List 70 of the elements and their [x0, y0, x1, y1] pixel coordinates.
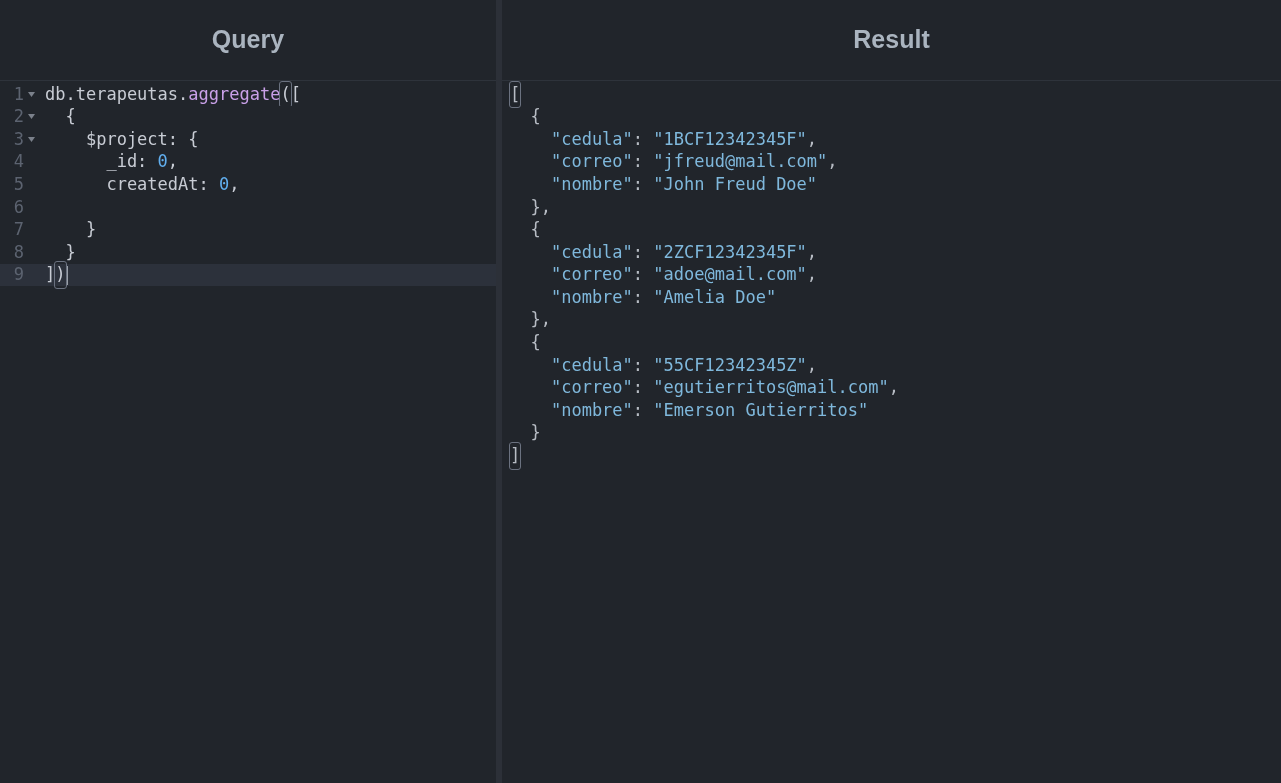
code-token: , — [888, 376, 899, 400]
code-token: }, — [529, 195, 551, 219]
line-number: 3 — [12, 127, 24, 151]
code-token: "cedula" — [549, 353, 633, 377]
matched-bracket: ( — [280, 81, 291, 108]
matched-bracket: ) — [55, 262, 66, 288]
code-token: : — [632, 150, 645, 174]
line-number: 8 — [12, 240, 24, 264]
pane-title: Result — [853, 24, 930, 56]
code-token: "nombre" — [549, 398, 633, 422]
code-token: "correo" — [549, 150, 633, 174]
pane-title: Query — [211, 24, 285, 56]
code-token: , — [806, 353, 818, 377]
code-token: { — [64, 105, 76, 129]
code-token: "egutierritos@mail.com" — [653, 376, 889, 400]
code-token: , — [806, 127, 818, 151]
code-token: $project: { — [84, 127, 199, 151]
line-number: 5 — [12, 172, 24, 196]
code-token: "Emerson Gutierritos" — [653, 398, 869, 422]
code-token: "correo" — [549, 376, 633, 400]
code-token: 0 — [219, 172, 230, 196]
code-token: "nombre" — [549, 172, 633, 196]
matched-bracket: [ — [510, 81, 521, 108]
line-number: 2 — [12, 105, 24, 129]
line-number: 1 — [12, 82, 24, 106]
code-token: }, — [529, 308, 551, 332]
code-token: "nombre" — [549, 285, 633, 309]
code-token: "cedula" — [549, 127, 633, 151]
code-token: ] — [45, 263, 56, 287]
code-token: createdAt: — [105, 172, 210, 196]
code-token: { — [529, 105, 541, 129]
code-token: { — [529, 331, 541, 355]
code-token: "adoe@mail.com" — [653, 263, 807, 287]
line-number: 6 — [12, 195, 24, 219]
code-token: , — [806, 240, 818, 264]
code-token: "2ZCF12342345F" — [653, 240, 807, 264]
code-token: : — [632, 263, 645, 287]
fold-caret-icon[interactable] — [28, 91, 35, 97]
code-token: : — [632, 398, 645, 422]
code-token: "correo" — [549, 263, 633, 287]
code-token: aggregate — [188, 82, 281, 106]
code-token: db.terapeutas. — [45, 82, 189, 106]
code-token: : — [632, 127, 645, 151]
code-token: _id: — [105, 150, 149, 174]
code-token: "1BCF12342345F" — [653, 127, 807, 151]
code-token: "Amelia Doe" — [653, 285, 777, 309]
code-token: , — [229, 172, 240, 196]
fold-caret-icon[interactable] — [28, 114, 35, 120]
code-token: "cedula" — [549, 240, 633, 264]
code-token: } — [64, 240, 76, 264]
code-token: : — [632, 240, 645, 264]
code-token: , — [827, 150, 838, 174]
code-token: } — [529, 421, 541, 445]
code-token: "55CF12342345Z" — [653, 353, 807, 377]
code-token: : — [632, 353, 645, 377]
code-token: : — [632, 376, 645, 400]
line-number: 4 — [12, 150, 24, 174]
code-token: , — [806, 263, 818, 287]
code-token: , — [167, 150, 179, 174]
fold-caret-icon[interactable] — [28, 137, 35, 142]
line-number: 7 — [12, 218, 24, 242]
code-token: "John Freud Doe" — [653, 172, 818, 196]
code-token: 0 — [157, 150, 168, 174]
code-token: } — [84, 218, 97, 242]
code-token: { — [529, 218, 541, 242]
code-token: "jfreud@mail.com" — [653, 150, 828, 174]
code-token: : — [632, 172, 645, 196]
code-token: : — [632, 285, 645, 309]
matched-bracket: ] — [510, 443, 521, 469]
code-token: [ — [290, 82, 301, 106]
